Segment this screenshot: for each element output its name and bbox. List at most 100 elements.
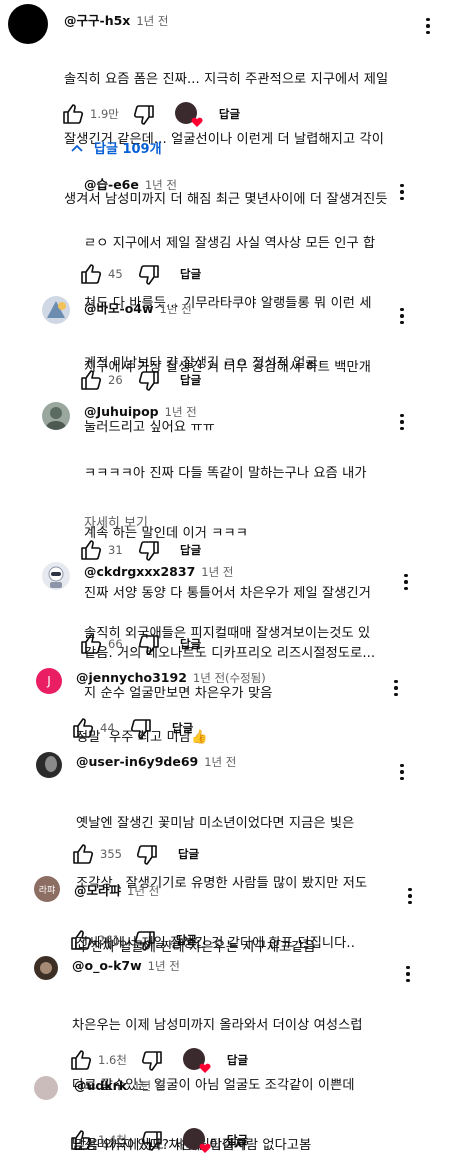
author-handle[interactable]: @o_o-k7w [72, 958, 142, 973]
thumb-down-icon[interactable] [141, 1049, 163, 1071]
avatar-initial: 라퍄 [38, 885, 56, 896]
avatar[interactable]: 라퍄 [34, 876, 60, 902]
comment-author[interactable]: @구구-h5x 1년 전 [64, 10, 169, 29]
reply-button[interactable]: 답글 [178, 846, 199, 862]
author-handle[interactable]: @ckdrgxxx2837 [84, 564, 195, 579]
more-vert-icon[interactable] [392, 410, 412, 434]
replies-toggle[interactable]: 답글 109개 [70, 138, 162, 157]
comment-actions: 355 답글 [72, 842, 199, 866]
comment-time[interactable]: 1년 전 [148, 959, 180, 973]
like-count: 44 [100, 721, 115, 735]
comment-time[interactable]: 1년 전 [145, 178, 177, 192]
avatar-initial: J [47, 674, 51, 688]
avatar[interactable] [42, 296, 70, 324]
reply-button[interactable]: 답글 [180, 372, 201, 388]
thumb-up-icon[interactable] [80, 633, 102, 655]
reply-button[interactable]: 답글 [176, 932, 197, 948]
reply-button[interactable]: 답글 [227, 1132, 248, 1148]
thumb-down-icon[interactable] [138, 633, 160, 655]
more-vert-icon[interactable] [392, 760, 412, 784]
avatar[interactable] [42, 402, 70, 430]
more-vert-icon[interactable] [392, 180, 412, 204]
thumb-down-icon[interactable] [141, 1129, 163, 1151]
comment-time[interactable]: 1년 전 [201, 565, 233, 579]
reply-button[interactable]: 답글 [180, 636, 201, 652]
avatar[interactable] [8, 4, 48, 44]
replies-count-label[interactable]: 답글 109개 [94, 138, 162, 157]
more-vert-icon[interactable] [398, 962, 418, 986]
thumb-up-icon[interactable] [70, 1049, 92, 1071]
more-vert-icon[interactable] [400, 884, 420, 908]
more-vert-icon[interactable] [396, 570, 416, 594]
thumb-down-icon[interactable] [138, 369, 160, 391]
chevron-up-icon [71, 144, 83, 152]
thumb-up-icon[interactable] [72, 717, 94, 739]
comment-actions: 26 답글 [80, 368, 201, 392]
more-vert-icon[interactable] [386, 676, 406, 700]
reply-button[interactable]: 답글 [180, 266, 201, 282]
thumb-down-icon[interactable] [133, 103, 155, 125]
avatar[interactable] [42, 562, 70, 590]
comment-author[interactable]: @o_o-k7w 1년 전 [72, 958, 180, 974]
comment-actions: 31 답글 [80, 538, 201, 562]
comment-author[interactable]: @ckdrgxxx2837 1년 전 [84, 564, 233, 580]
comment-author[interactable]: @udkrk 1년 전 [74, 1078, 165, 1094]
thumb-down-icon[interactable] [138, 263, 160, 285]
thumb-down-icon[interactable] [136, 843, 158, 865]
comment-time[interactable]: 1년 전 [127, 884, 159, 898]
author-handle[interactable]: @jennycho3192 [76, 670, 187, 685]
creator-heart-icon [174, 102, 203, 127]
thumb-down-icon[interactable] [134, 929, 156, 951]
like-count: 26 [108, 373, 123, 387]
author-handle[interactable]: @udkrk [74, 1078, 127, 1093]
read-more-button[interactable]: 자세히 보기 [84, 512, 148, 531]
reply-button[interactable]: 답글 [227, 1052, 248, 1068]
comment-author[interactable]: @Juhuipop 1년 전 [84, 404, 197, 420]
author-handle[interactable]: @구구-h5x [64, 13, 130, 28]
author-handle[interactable]: @Juhuipop [84, 404, 159, 419]
thumb-down-icon[interactable] [130, 717, 152, 739]
comment-actions: 66 답글 [80, 632, 201, 656]
thumb-up-icon[interactable] [70, 1129, 92, 1151]
comment-time[interactable]: 1년 전 [165, 405, 197, 419]
thumb-up-icon[interactable] [80, 539, 102, 561]
comment-time[interactable]: 1년 전 [133, 1079, 165, 1093]
comment-line: ㅋㅋㅋㅋ아 진짜 다들 똑같이 말하는구나 요즘 내가 [84, 466, 367, 481]
comment-author[interactable]: @모라퍄 1년 전 [74, 880, 159, 899]
avatar[interactable] [36, 752, 62, 778]
thumb-up-icon[interactable] [80, 369, 102, 391]
avatar[interactable] [34, 1076, 58, 1100]
author-handle[interactable]: @모라퍄 [74, 883, 121, 898]
thumb-up-icon[interactable] [62, 103, 84, 125]
comment-author[interactable]: @바모-o4w 1년 전 [84, 298, 192, 317]
comment-author[interactable]: @jennycho3192 1년 전(수정됨) [76, 670, 266, 686]
reply-button[interactable]: 답글 [172, 720, 193, 736]
author-handle[interactable]: @user-in6y9de69 [76, 754, 198, 769]
like-count: 45 [108, 267, 123, 281]
comment-time[interactable]: 1년 전(수정됨) [193, 671, 266, 685]
thumb-up-icon[interactable] [80, 263, 102, 285]
comment-time[interactable]: 1년 전 [204, 755, 236, 769]
thumb-down-icon[interactable] [138, 539, 160, 561]
comment-author[interactable]: @user-in6y9de69 1년 전 [76, 754, 236, 770]
comment-actions: 261 답글 [70, 928, 197, 952]
comment-author[interactable]: @습-e6e 1년 전 [84, 174, 177, 193]
comment-line: 옛날엔 잘생긴 꽃미남 미소년이었다면 지금은 빛은 [76, 816, 355, 831]
avatar[interactable] [42, 168, 70, 196]
reply-button[interactable]: 답글 [219, 106, 240, 122]
like-count: 66 [108, 637, 123, 651]
more-vert-icon[interactable] [418, 14, 438, 38]
thumb-up-icon[interactable] [70, 929, 92, 951]
author-handle[interactable]: @바모-o4w [84, 301, 154, 316]
top-comment: @구구-h5x 1년 전 솔직히 요즘 폼은 진짜... 지극히 주관적으로 지구… [0, 0, 450, 207]
comment-time[interactable]: 1년 전 [136, 14, 168, 28]
more-vert-icon[interactable] [392, 304, 412, 328]
like-count: 261 [98, 933, 120, 947]
avatar[interactable]: J [36, 668, 62, 694]
comment-actions: 1.6천 답글 [70, 1048, 248, 1073]
thumb-up-icon[interactable] [72, 843, 94, 865]
author-handle[interactable]: @습-e6e [84, 177, 139, 192]
avatar[interactable] [34, 956, 58, 980]
comment-time[interactable]: 1년 전 [160, 302, 192, 316]
reply-button[interactable]: 답글 [180, 542, 201, 558]
